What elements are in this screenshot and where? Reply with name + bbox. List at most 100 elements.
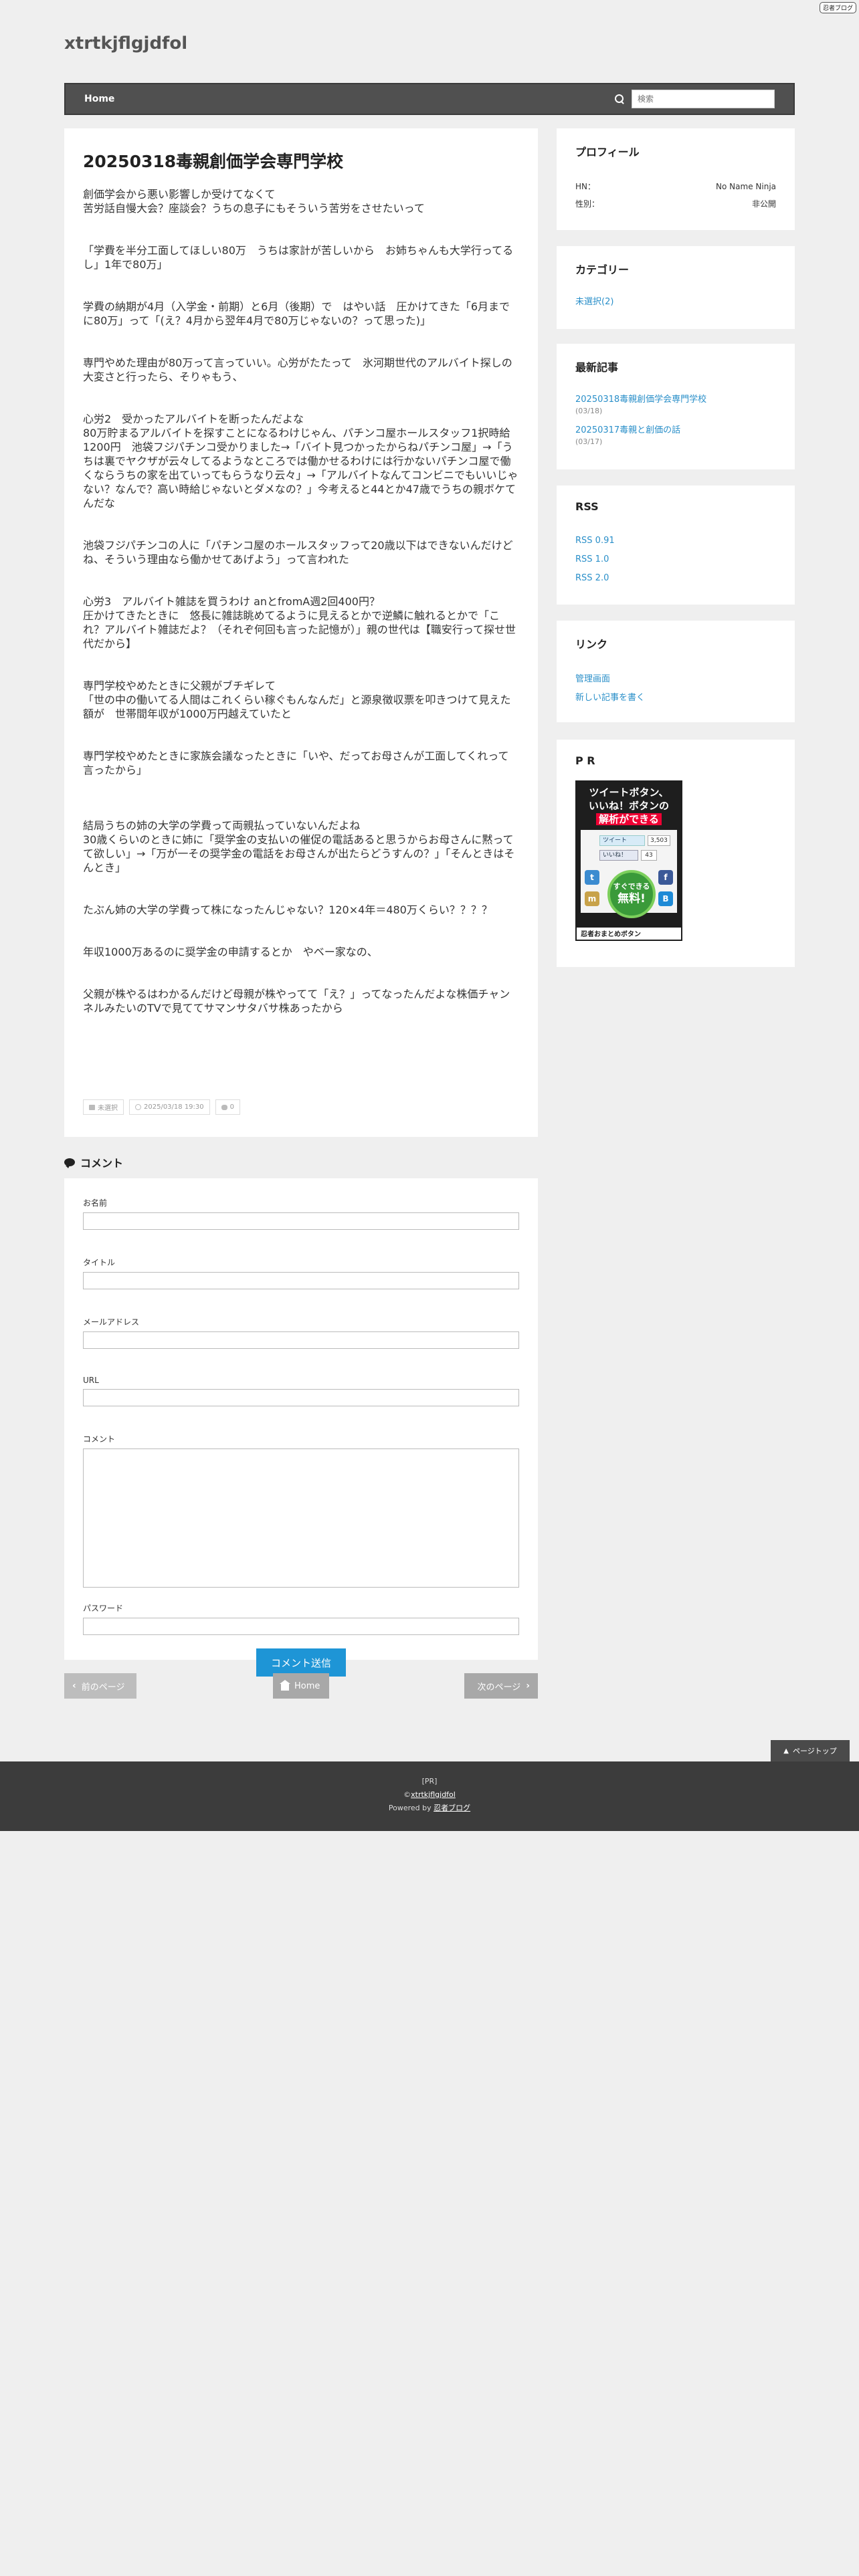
post-paragraph: 父親が株やるはわかるんだけど母親が株やってて「え？」ってなったんだよな株価チャン…	[83, 988, 510, 1014]
footer-site-link[interactable]: xtrtkjflgjdfol	[411, 1790, 456, 1799]
url-field[interactable]	[83, 1389, 519, 1406]
free-badge-top: すぐできる	[613, 882, 650, 891]
recent-post-date: (03/18)	[575, 407, 603, 415]
folder-icon	[89, 1104, 95, 1110]
category-label: 未選択	[98, 1105, 118, 1112]
site-title[interactable]: xtrtkjflgjdfol	[64, 33, 187, 53]
profile-gender-row: 性別： 非公開	[575, 195, 776, 213]
recent-post-link[interactable]: 20250318毒親創価学会専門学校	[575, 393, 776, 407]
new-post-link[interactable]: 新しい記事を書く	[575, 689, 776, 708]
powered-by-label: Powered by	[388, 1804, 432, 1812]
arrow-up-icon: ▲	[783, 1747, 789, 1755]
chevron-left-icon: ‹	[72, 1681, 76, 1691]
copyright-symbol: ©	[403, 1790, 411, 1799]
comment-icon	[221, 1104, 227, 1110]
next-page-label: 次のページ	[477, 1682, 521, 1693]
gender-label: 性別：	[575, 199, 600, 209]
home-icon	[280, 1679, 290, 1691]
title-field[interactable]	[83, 1272, 519, 1289]
pager-home-button[interactable]: Home	[273, 1673, 329, 1699]
email-field[interactable]	[83, 1331, 519, 1349]
tweet-button-preview: ツイート	[599, 835, 645, 846]
like-count-preview: 43	[641, 850, 657, 861]
free-badge: すぐできる 無料!	[607, 870, 656, 918]
name-field[interactable]	[83, 1212, 519, 1230]
chevron-right-icon: ›	[526, 1681, 530, 1691]
category-link[interactable]: 未選択(2)	[575, 296, 776, 309]
banner-line2: いいね！ボタンの	[588, 800, 669, 812]
password-field[interactable]	[83, 1618, 519, 1635]
hn-value: No Name Ninja	[716, 182, 776, 191]
post-paragraph: 結局うちの姉の大学の学費って両親払っていないんだよね 30歳くらいのときに姉に「…	[83, 819, 515, 874]
rss-title: RSS	[575, 500, 599, 513]
title-label: タイトル	[83, 1258, 116, 1267]
site-footer: [PR] ©xtrtkjflgjdfol Powered by 忍者ブログ	[0, 1761, 859, 1831]
links-title: リンク	[575, 638, 608, 651]
url-label: URL	[83, 1376, 99, 1385]
post-paragraph: 専門学校やめたときに家族会議なったときに「いや、だってお母さんが工面してくれって…	[83, 750, 509, 776]
gender-value: 非公開	[751, 199, 776, 209]
post-paragraph: 「学費を半分工面してほしい80万 うちは家計が苦しいから お姉ちゃんも大学行って…	[83, 244, 514, 271]
facebook-icon: f	[658, 870, 673, 885]
rss-091-link[interactable]: RSS 0.91	[575, 532, 776, 550]
post-paragraph: 創価学会から悪い影響しか受けてなくて 苦労話自慢大会？座談会？うちの息子にもそう…	[83, 188, 425, 215]
post-date: 2025/03/18 19:30	[144, 1103, 204, 1111]
category-widget: カテゴリー 未選択(2)	[557, 246, 795, 329]
post-paragraph: 心労3 アルバイト雑誌を買うわけ anとfromA週2回400円？ 圧かけてきた…	[83, 595, 516, 650]
ninja-blog-badge[interactable]: 忍者ブログ	[819, 2, 856, 13]
post-body: 創価学会から悪い影響しか受けてなくて 苦労話自慢大会？座談会？うちの息子にもそう…	[83, 187, 519, 1015]
footer-powered: Powered by 忍者ブログ	[0, 1802, 859, 1815]
rss-20-link[interactable]: RSS 2.0	[575, 569, 776, 588]
clock-icon	[135, 1104, 141, 1110]
pager-home-label: Home	[294, 1681, 320, 1691]
ninja-blog-link[interactable]: 忍者ブログ	[434, 1804, 470, 1812]
search-input[interactable]	[632, 90, 775, 108]
prev-page-button[interactable]: ‹ 前のページ	[64, 1673, 136, 1699]
comment-submit-button[interactable]: コメント送信	[256, 1648, 346, 1677]
post-paragraph: 年収1000万あるのに奨学金の申請するとか やベー家なの、	[83, 946, 378, 958]
recent-post-date: (03/17)	[575, 437, 603, 446]
tweet-count-preview: 3,503	[648, 835, 670, 846]
search-icon[interactable]	[614, 94, 625, 104]
comment-form: お名前 タイトル メールアドレス URL コメント パスワード コメント送信	[64, 1178, 538, 1677]
post-paragraph: 学費の納期が4月（入学金・前期）と6月（後期）で はやい話 圧かけてきた「6月ま…	[83, 300, 510, 327]
comment-count: 0	[229, 1103, 235, 1111]
comment-heading-label: コメント	[80, 1157, 124, 1170]
like-button-preview: いいね！	[599, 850, 638, 861]
rss-10-link[interactable]: RSS 1.0	[575, 550, 776, 569]
rss-widget: RSS RSS 0.91 RSS 1.0 RSS 2.0	[557, 486, 795, 605]
banner-strip: 忍者おまとめボタン	[575, 926, 682, 941]
post-paragraph: 池袋フジパチンコの人に「パチンコ屋のホールスタッフって20歳以下はできないんだけ…	[83, 539, 513, 566]
nav-home-link[interactable]: Home	[84, 94, 114, 104]
search-area	[614, 90, 775, 108]
password-label: パスワード	[83, 1604, 124, 1613]
recent-posts-widget: 最新記事 20250318毒親創価学会専門学校 (03/18) 20250317…	[557, 344, 795, 469]
post-meta: 未選択 2025/03/18 19:30 0	[83, 1099, 241, 1115]
post-paragraph: たぶん姉の大学の学費って株になったんじゃない？120×4年＝480万くらい？？？…	[83, 903, 492, 916]
post-paragraph: 専門やめた理由が80万って言っていい。心労がたたって 氷河期世代のアルバイト探し…	[83, 356, 512, 383]
admin-link[interactable]: 管理画面	[575, 670, 776, 689]
recent-title: 最新記事	[575, 361, 619, 374]
ninja-share-banner[interactable]: ツイートボタン、 いいね！ボタンの 解析ができる ツイート 3,503 いいね！…	[575, 780, 682, 941]
links-widget: リンク 管理画面 新しい記事を書く	[557, 621, 795, 722]
comment-textarea[interactable]	[83, 1448, 519, 1588]
page-top-label: ページトップ	[792, 1747, 837, 1755]
email-label: メールアドレス	[83, 1317, 140, 1327]
next-page-button[interactable]: 次のページ ›	[464, 1673, 538, 1699]
post-title: 20250318毒親創価学会専門学校	[83, 152, 344, 171]
category-chip[interactable]: 未選択	[83, 1099, 124, 1115]
footer-copyright: ©xtrtkjflgjdfol	[0, 1788, 859, 1802]
pr-title: P R	[575, 754, 595, 767]
pr-widget: P R ツイートボタン、 いいね！ボタンの 解析ができる ツイート 3,503 …	[557, 740, 795, 967]
name-label: お名前	[83, 1198, 108, 1208]
page-top-button[interactable]: ▲ ページトップ	[771, 1740, 850, 1761]
profile-hn-row: HN： No Name Ninja	[575, 178, 776, 195]
comment-count-chip[interactable]: 0	[215, 1099, 241, 1115]
mixi-icon: m	[585, 891, 599, 906]
global-nav: Home	[64, 83, 795, 115]
recent-post-link[interactable]: 20250317毒親と創価の話	[575, 424, 776, 437]
category-title: カテゴリー	[575, 263, 630, 276]
post-paragraph: 心労2 受かったアルバイトを断ったんだよな 80万貯まるアルバイトを探すことにな…	[83, 413, 518, 510]
hatena-icon: B	[658, 891, 673, 906]
comment-heading: コメント	[64, 1154, 123, 1170]
